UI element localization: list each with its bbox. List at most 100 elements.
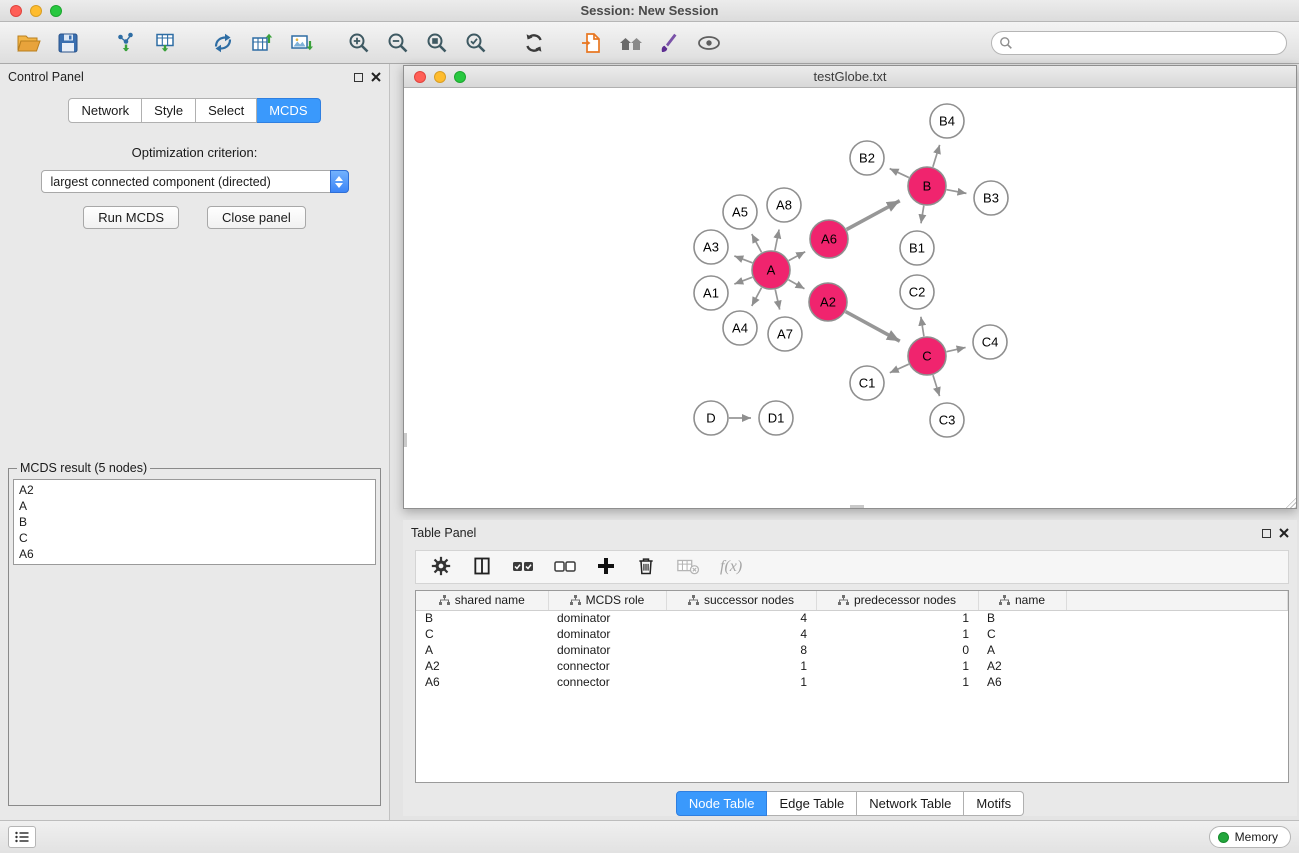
first-neighbors-icon[interactable] [614, 27, 648, 59]
search-input[interactable] [991, 31, 1287, 55]
network-window-titlebar[interactable]: testGlobe.txt [404, 66, 1296, 88]
add-row-icon[interactable] [596, 556, 616, 579]
column-header-successor-nodes[interactable]: successor nodes [666, 591, 816, 610]
optimization-criterion-dropdown[interactable]: largest connected component (directed) [41, 170, 349, 193]
table-cell[interactable]: 4 [666, 626, 816, 642]
edge-B-B3[interactable] [947, 190, 967, 194]
table-row[interactable]: A6connector11A6 [416, 674, 1288, 690]
node-A4[interactable]: A4 [723, 311, 757, 345]
node-B2[interactable]: B2 [850, 141, 884, 175]
deselect-all-icon[interactable] [554, 558, 576, 577]
run-mcds-button[interactable]: Run MCDS [83, 206, 179, 229]
node-C1[interactable]: C1 [850, 366, 884, 400]
table-cell[interactable]: connector [548, 658, 666, 674]
export-table-icon[interactable] [245, 27, 279, 59]
table-row[interactable]: Bdominator41B [416, 610, 1288, 626]
table-row[interactable]: A2connector11A2 [416, 658, 1288, 674]
horizontal-scroll-thumb[interactable] [850, 505, 864, 508]
column-visibility-icon[interactable] [472, 556, 492, 579]
tab-mcds[interactable]: MCDS [257, 98, 320, 123]
open-session-icon[interactable] [575, 27, 609, 59]
node-D1[interactable]: D1 [759, 401, 793, 435]
table-cell[interactable]: C [416, 626, 548, 642]
export-network-icon[interactable] [206, 27, 240, 59]
edge-A-A1[interactable] [734, 277, 752, 284]
edge-A-A8[interactable] [775, 230, 779, 251]
close-panel-icon[interactable] [371, 72, 381, 82]
table-cell[interactable]: B [416, 610, 548, 626]
zoom-out-icon[interactable] [381, 27, 415, 59]
node-A5[interactable]: A5 [723, 195, 757, 229]
table-cell[interactable]: 4 [666, 610, 816, 626]
table-cell[interactable]: 0 [816, 642, 978, 658]
zoom-window-button[interactable] [50, 5, 62, 17]
edge-B-B2[interactable] [890, 169, 909, 178]
vertical-scroll-thumb[interactable] [404, 433, 407, 447]
table-cell[interactable]: A2 [416, 658, 548, 674]
show-graphics-details-icon[interactable] [692, 27, 726, 59]
close-panel-button[interactable]: Close panel [207, 206, 306, 229]
table-cell[interactable]: 1 [816, 674, 978, 690]
network-graph[interactable]: B4B2BB3A5A8A6A3B1AC2A1A2A4A7C4CC1DD1C3 [404, 88, 1296, 508]
network-zoom-button[interactable] [454, 71, 466, 83]
edge-B-B4[interactable] [933, 145, 940, 167]
table-cell[interactable]: 8 [666, 642, 816, 658]
save-session-icon[interactable] [51, 27, 85, 59]
node-A2[interactable]: A2 [809, 283, 847, 321]
network-minimize-button[interactable] [434, 71, 446, 83]
function-builder-icon[interactable]: f(x) [720, 558, 742, 576]
table-cell[interactable]: connector [548, 674, 666, 690]
edge-C-C1[interactable] [890, 364, 909, 373]
edge-C-C3[interactable] [933, 375, 940, 396]
table-cell[interactable]: 1 [816, 610, 978, 626]
mcds-result-item[interactable]: A [19, 498, 370, 514]
tab-node-table[interactable]: Node Table [676, 791, 768, 816]
table-cell[interactable]: dominator [548, 610, 666, 626]
minimize-window-button[interactable] [30, 5, 42, 17]
mcds-result-item[interactable]: C [19, 530, 370, 546]
dropdown-stepper-icon[interactable] [330, 170, 349, 193]
mcds-result-item[interactable]: A2 [19, 482, 370, 498]
import-network-icon[interactable] [109, 27, 143, 59]
table-cell[interactable]: A6 [416, 674, 548, 690]
edge-A6-B[interactable] [847, 201, 900, 230]
mcds-result-item[interactable]: B [19, 514, 370, 530]
table-cell[interactable]: B [978, 610, 1066, 626]
node-A7[interactable]: A7 [768, 317, 802, 351]
edge-A2-C[interactable] [846, 312, 900, 342]
node-B4[interactable]: B4 [930, 104, 964, 138]
edge-A-A4[interactable] [752, 288, 762, 306]
zoom-in-icon[interactable] [342, 27, 376, 59]
node-C2[interactable]: C2 [900, 275, 934, 309]
column-header-predecessor-nodes[interactable]: predecessor nodes [816, 591, 978, 610]
style-brush-icon[interactable] [653, 27, 687, 59]
table-cell[interactable]: A [416, 642, 548, 658]
import-table-icon[interactable] [148, 27, 182, 59]
mcds-result-item[interactable]: A6 [19, 546, 370, 562]
tab-network-table[interactable]: Network Table [857, 791, 964, 816]
node-C[interactable]: C [908, 337, 946, 375]
edge-B-B1[interactable] [921, 206, 924, 224]
tab-network[interactable]: Network [68, 98, 142, 123]
float-panel-icon[interactable] [354, 73, 363, 82]
zoom-fit-icon[interactable] [420, 27, 454, 59]
tab-style[interactable]: Style [142, 98, 196, 123]
delete-row-icon[interactable] [636, 556, 656, 579]
column-header-name[interactable]: name [978, 591, 1066, 610]
close-table-panel-icon[interactable] [1279, 528, 1289, 538]
edge-A-A5[interactable] [752, 234, 762, 252]
memory-button[interactable]: Memory [1209, 826, 1291, 848]
node-D[interactable]: D [694, 401, 728, 435]
zoom-selected-icon[interactable] [459, 27, 493, 59]
table-cell[interactable]: A2 [978, 658, 1066, 674]
table-settings-icon[interactable] [430, 555, 452, 580]
select-all-icon[interactable] [512, 558, 534, 577]
table-cell[interactable]: 1 [816, 626, 978, 642]
node-C3[interactable]: C3 [930, 403, 964, 437]
network-close-button[interactable] [414, 71, 426, 83]
tab-motifs[interactable]: Motifs [964, 791, 1024, 816]
float-table-panel-icon[interactable] [1262, 529, 1271, 538]
node-A6[interactable]: A6 [810, 220, 848, 258]
network-canvas[interactable]: B4B2BB3A5A8A6A3B1AC2A1A2A4A7C4CC1DD1C3 [404, 88, 1296, 508]
table-cell[interactable]: dominator [548, 642, 666, 658]
